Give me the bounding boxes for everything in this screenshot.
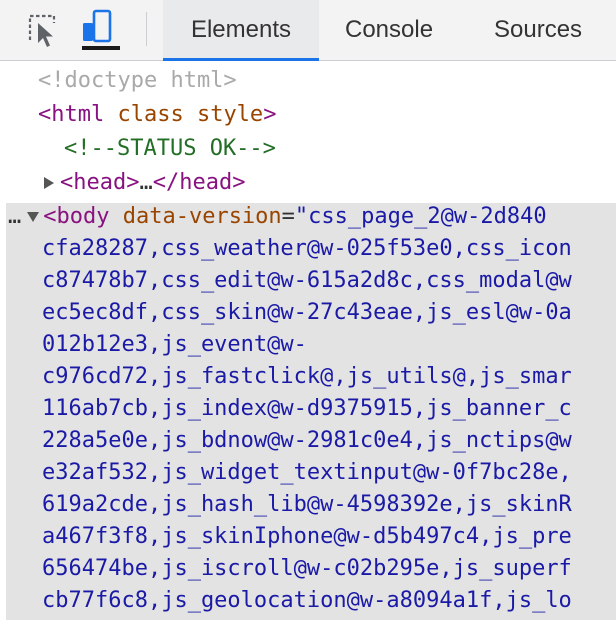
attr-value-line[interactable]: a467f3f8,js_skinIphone@w-d5b497c4,js_pre [42, 521, 572, 553]
body-node[interactable]: … <body data-version="css_page_2@w-2d840 [8, 201, 547, 233]
attr-value-line[interactable]: 228a5e0e,js_bdnow@w-2981c0e4,js_nctips@w [42, 425, 572, 457]
doctype-text: <!doctype html> [38, 68, 237, 93]
html-node[interactable]: <html class style> [38, 99, 276, 131]
comment-node[interactable]: <!--STATUS OK--> [64, 133, 276, 165]
tab-console-label: Console [345, 16, 434, 43]
html-attributes: class style [104, 102, 264, 127]
attr-value-line[interactable]: 619a2cde,js_hash_lib@w-4598392e,js_skinR [42, 489, 572, 521]
html-tag-open: <html [38, 102, 105, 127]
head-tag-close: </head> [152, 170, 246, 195]
attr-value-line[interactable]: c976cd72,js_fastclick@,js_utils@,js_smar [42, 361, 572, 393]
doctype-node[interactable]: <!doctype html> [38, 65, 237, 97]
head-tag-open: <head> [60, 170, 140, 195]
node-actions-dots-icon[interactable]: … [8, 204, 21, 229]
dom-tree: <!doctype html> <html class style> <!--S… [0, 61, 616, 620]
tab-sources-label: Sources [494, 16, 583, 43]
body-attr-value-start[interactable]: "css_page_2@w-2d840 [295, 204, 547, 229]
comment-text: <!--STATUS OK--> [64, 136, 276, 161]
collapse-body-icon[interactable] [27, 212, 40, 222]
tab-sources[interactable]: Sources [494, 0, 582, 60]
tab-console[interactable]: Console [345, 0, 433, 60]
tab-elements[interactable]: Elements [163, 0, 319, 61]
body-attr-name: data-version [109, 204, 282, 229]
devtools-toolbar: Elements Console Sources [0, 0, 616, 61]
device-toolbar-active-indicator [82, 46, 120, 50]
body-tag-open: <body [43, 204, 110, 229]
expand-head-icon[interactable] [44, 177, 54, 189]
element-picker-icon[interactable] [24, 8, 64, 52]
attr-value-line[interactable]: 656474be,js_iscroll@w-c02b295e,js_superf [42, 553, 572, 585]
head-node[interactable]: <head>…</head> [44, 167, 245, 199]
attr-value-line[interactable]: 116ab7cb,js_index@w-d9375915,js_banner_c [42, 393, 572, 425]
attr-value-line[interactable]: ec5ec8df,css_skin@w-27c43eae,js_esl@w-0a [42, 297, 572, 329]
head-collapsed-ellipsis[interactable]: … [139, 170, 152, 195]
tab-elements-label: Elements [190, 16, 292, 43]
body-attr-equals: = [281, 204, 295, 229]
toolbar-divider [146, 12, 147, 46]
attr-value-line[interactable]: cb77f6c8,js_geolocation@w-a8094a1f,js_lo [42, 585, 572, 617]
attr-value-line[interactable]: 012b12e3,js_event@w- [42, 329, 307, 361]
attr-value-line[interactable]: cfa28287,css_weather@w-025f53e0,css_icon [42, 233, 572, 265]
device-toolbar-icon[interactable] [80, 8, 120, 52]
attr-value-line[interactable]: e32af532,js_widget_textinput@w-0f7bc28e, [42, 457, 572, 489]
html-tag-close: > [263, 102, 277, 127]
attr-value-line[interactable]: c87478b7,css_edit@w-615a2d8c,css_modal@w [42, 265, 572, 297]
